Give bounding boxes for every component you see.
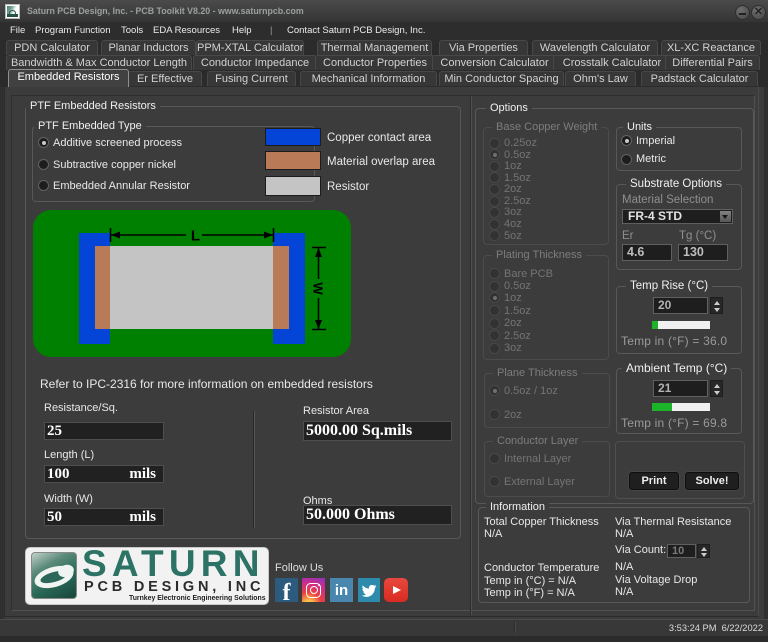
svg-text:L: L <box>191 228 200 245</box>
svg-text:W: W <box>311 282 326 295</box>
